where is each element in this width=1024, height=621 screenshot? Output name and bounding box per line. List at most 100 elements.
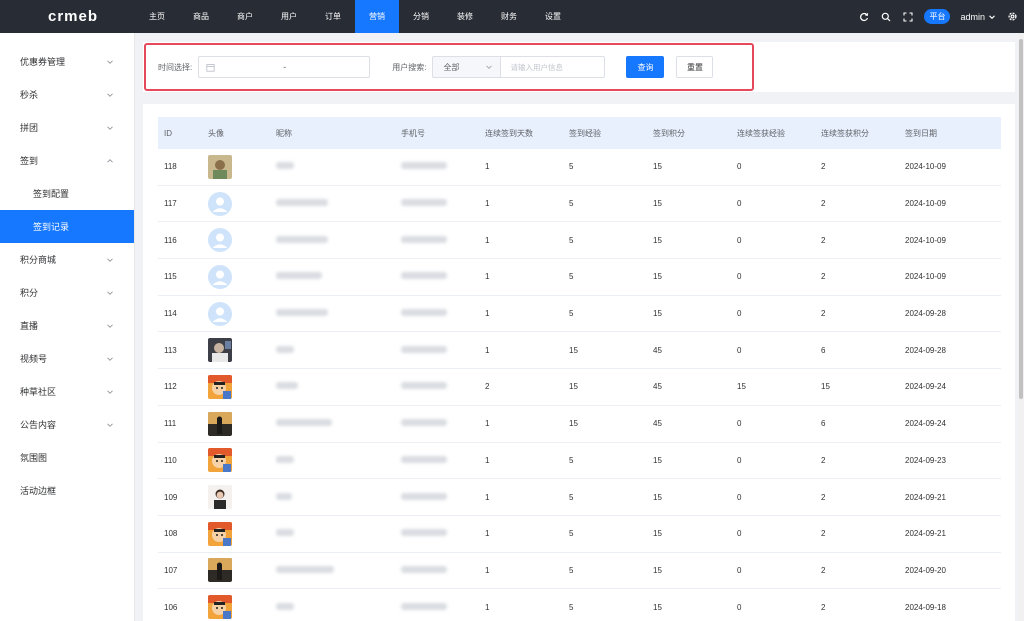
avatar[interactable] xyxy=(208,558,232,583)
logo[interactable]: crmeb xyxy=(0,0,135,33)
cell-exp: 5 xyxy=(569,272,574,282)
cell-id: 117 xyxy=(164,199,177,209)
sidebar-item[interactable]: 种草社区 xyxy=(0,375,134,408)
avatar[interactable] xyxy=(208,485,232,510)
avatar[interactable] xyxy=(208,191,232,216)
sidebar-item[interactable]: 积分 xyxy=(0,276,134,309)
avatar[interactable] xyxy=(208,338,232,363)
cell-cexp: 0 xyxy=(737,235,742,245)
search-type-select[interactable]: 全部 xyxy=(432,56,501,78)
sidebar-item[interactable]: 签到 xyxy=(0,144,134,177)
redacted-text xyxy=(401,529,447,537)
avatar[interactable] xyxy=(208,301,232,326)
table-row[interactable]: 116 1 5 15 0 2 2024-10-09 xyxy=(158,222,1001,260)
topnav-item[interactable]: 主页 xyxy=(135,0,179,33)
platform-badge[interactable]: 平台 xyxy=(924,9,951,24)
refresh-icon[interactable] xyxy=(858,11,870,23)
sidebar-item[interactable]: 积分商城 xyxy=(0,243,134,276)
cell-exp: 5 xyxy=(569,162,574,172)
sidebar-item[interactable]: 优惠券管理 xyxy=(0,45,134,78)
table-row[interactable]: 113 1 15 45 0 6 2024-09-28 xyxy=(158,332,1001,370)
topnav-item[interactable]: 营销 xyxy=(355,0,399,33)
phone-cell xyxy=(395,309,479,318)
sidebar-item-label: 签到 xyxy=(20,156,39,166)
table-row[interactable]: 110 1 5 15 0 2 2024-09-23 xyxy=(158,443,1001,480)
chevron-down-icon xyxy=(106,91,114,99)
table-row[interactable]: 107 1 5 15 0 2 2024-09-20 xyxy=(158,553,1001,590)
table-row[interactable]: 117 1 5 15 0 2 2024-10-09 xyxy=(158,186,1001,223)
query-button[interactable]: 查询 xyxy=(626,56,665,78)
cell-cexp: 0 xyxy=(737,272,742,282)
redacted-text xyxy=(276,199,328,207)
table-row[interactable]: 106 1 5 15 0 2 2024-09-18 xyxy=(158,589,1001,621)
redacted-text xyxy=(276,272,322,280)
phone-cell xyxy=(395,455,479,465)
avatar[interactable] xyxy=(208,448,232,473)
cell-days: 1 xyxy=(485,162,490,172)
column-header: 昵称 xyxy=(276,128,292,138)
avatar[interactable] xyxy=(208,264,232,289)
date-range-picker[interactable]: - xyxy=(198,56,371,78)
reset-button[interactable]: 重置 xyxy=(676,56,714,78)
cell-int: 15 xyxy=(653,162,662,172)
topnav-item[interactable]: 用户 xyxy=(267,0,311,33)
nickname-cell xyxy=(270,602,395,612)
user-menu[interactable]: admin xyxy=(960,12,996,22)
sidebar-item[interactable]: 签到配置 xyxy=(0,177,134,210)
sidebar-item[interactable]: 公告内容 xyxy=(0,408,134,441)
sidebar-item[interactable]: 直播 xyxy=(0,309,134,342)
topnav-item[interactable]: 设置 xyxy=(531,0,575,33)
cell-days: 1 xyxy=(485,602,490,612)
phone-cell xyxy=(395,602,479,612)
table-row[interactable]: 115 1 5 15 0 2 2024-10-09 xyxy=(158,259,1001,296)
sidebar-item[interactable]: 视频号 xyxy=(0,342,134,375)
topnav-item[interactable]: 财务 xyxy=(487,0,531,33)
cell-date: 2024-09-28 xyxy=(905,309,946,319)
topnav-item[interactable]: 订单 xyxy=(311,0,355,33)
sidebar-item[interactable]: 氛围图 xyxy=(0,441,134,474)
user-search-input[interactable]: 请输入用户信息 xyxy=(500,56,606,78)
fullscreen-icon[interactable] xyxy=(902,11,914,23)
avatar[interactable] xyxy=(208,595,232,620)
avatar[interactable] xyxy=(208,411,232,436)
table-row[interactable]: 109 1 5 15 0 2 2024-09-21 xyxy=(158,479,1001,516)
chevron-down-icon xyxy=(106,388,114,396)
cell-int: 15 xyxy=(653,602,662,612)
sidebar-item-label: 签到配置 xyxy=(33,189,70,199)
cell-cexp: 0 xyxy=(737,602,742,612)
avatar[interactable] xyxy=(208,154,232,179)
topnav-item[interactable]: 商户 xyxy=(223,0,267,33)
search-icon[interactable] xyxy=(880,11,892,23)
redacted-text xyxy=(276,565,334,573)
table-row[interactable]: 114 1 5 15 0 2 2024-09-28 xyxy=(158,296,1001,333)
avatar[interactable] xyxy=(208,228,232,253)
top-bar: crmeb 主页 商品 商户 用户 订单 营销 分销 装修 财务 设置 平台 admin xyxy=(0,0,1024,33)
table-row[interactable]: 111 1 15 45 0 6 2024-09-24 xyxy=(158,406,1001,443)
sidebar-item-label: 活动边框 xyxy=(20,486,57,496)
sidebar-item-label: 优惠券管理 xyxy=(20,57,66,67)
cell-int: 45 xyxy=(653,419,662,429)
table-row[interactable]: 108 1 5 15 0 2 2024-09-21 xyxy=(158,516,1001,553)
page-scrollbar[interactable] xyxy=(1018,33,1024,621)
cell-cint: 2 xyxy=(821,309,826,319)
sidebar-item[interactable]: 拼团 xyxy=(0,111,134,144)
topnav-item[interactable]: 分销 xyxy=(399,0,443,33)
sidebar-item[interactable]: 秒杀 xyxy=(0,78,134,111)
settings-icon[interactable] xyxy=(1006,11,1018,23)
scroll-thumb[interactable] xyxy=(1019,39,1023,399)
cell-exp: 5 xyxy=(569,529,574,539)
sidebar-item[interactable]: 活动边框 xyxy=(0,474,134,507)
avatar[interactable] xyxy=(208,374,232,399)
cell-int: 15 xyxy=(653,309,662,319)
topnav-item[interactable]: 商品 xyxy=(179,0,223,33)
table-row[interactable]: 112 2 15 45 15 15 2024-09-24 xyxy=(158,369,1001,406)
redacted-text xyxy=(401,419,447,427)
cell-date: 2024-09-28 xyxy=(905,345,946,355)
avatar[interactable] xyxy=(208,521,232,546)
table-row[interactable]: 118 1 5 15 0 2 2024-10-09 xyxy=(158,149,1001,186)
cell-date: 2024-09-23 xyxy=(905,455,946,465)
redacted-text xyxy=(401,235,447,243)
signin-records-table: ID 头像 昵称 手机号 连续签到天数 签到经验 签到积分 连续签获经验 连续签获积分 签到日期 … xyxy=(158,117,1001,621)
topnav-item[interactable]: 装修 xyxy=(443,0,487,33)
sidebar-item[interactable]: 签到记录 xyxy=(0,210,134,243)
